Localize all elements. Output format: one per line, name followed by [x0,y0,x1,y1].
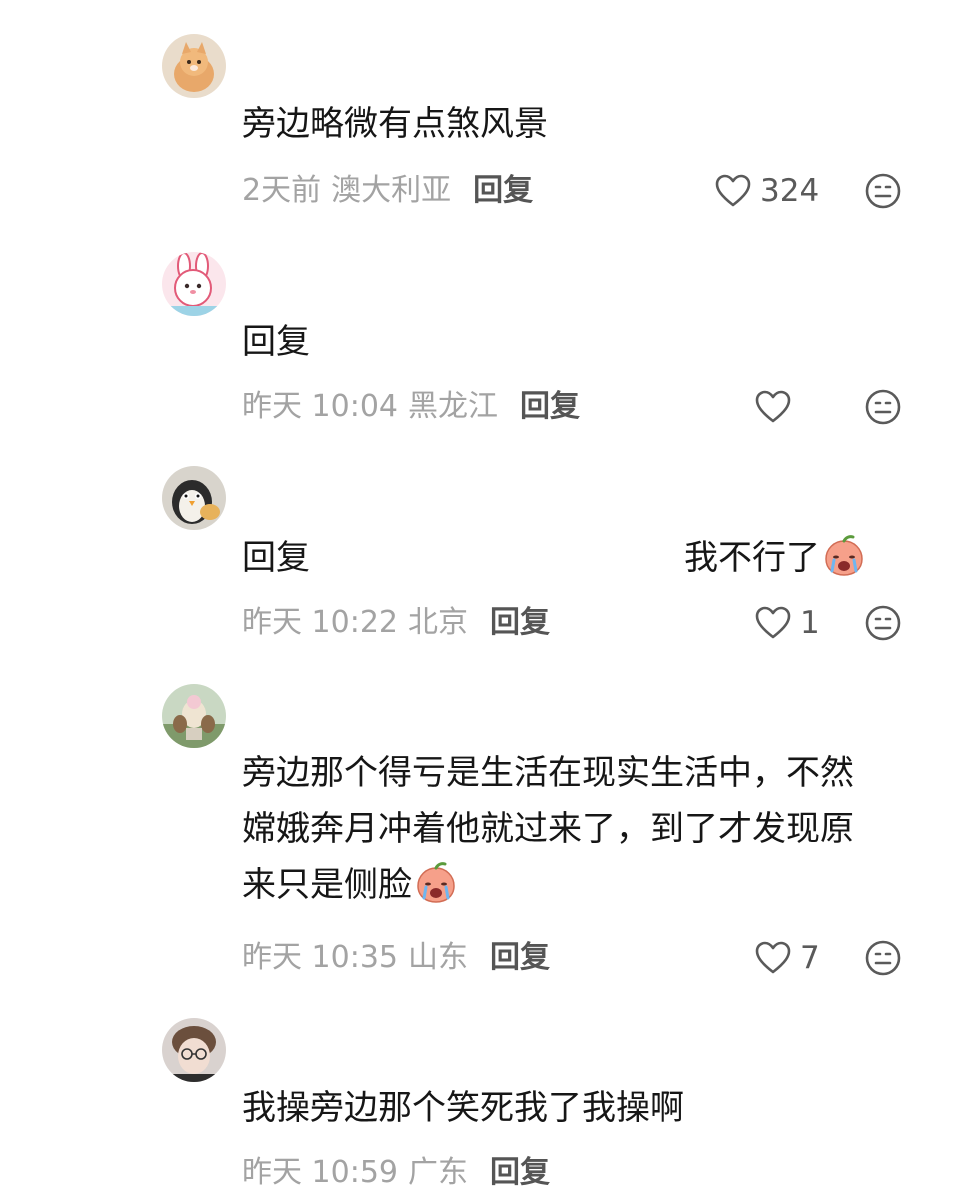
reply-button[interactable]: 回复 [473,173,533,208]
heart-icon [755,941,791,974]
comment-location: 广东 [408,1155,468,1190]
meh-face-icon [865,389,901,425]
heart-icon [715,174,751,207]
comment-time: 2天前 [242,173,322,208]
reply-button[interactable]: 回复 [520,389,580,424]
cartoon-bunny-avatar[interactable] [162,252,226,316]
comment-line: 旁边那个得亏是生活在现实生活中，不然 [242,753,854,793]
comment-meta: 昨天 10:22 北京 回复 [242,601,922,645]
dislike-button[interactable] [864,939,902,977]
orange-cat-avatar[interactable] [162,34,226,98]
like-count: 1 [800,605,820,641]
meh-face-icon [865,940,901,976]
meh-face-icon [865,173,901,209]
comment-location: 澳大利亚 [331,173,452,208]
comment-time: 昨天 10:35 [242,940,398,975]
heart-icon [755,390,791,423]
comment-meta: 昨天 10:59 广东 回复 [242,1151,922,1195]
comment-line: 嫦娥奔月冲着他就过来了，到了才发现原 [242,809,854,849]
comment-time: 昨天 10:59 [242,1155,398,1190]
comment-text: 回复 我不行了 [242,530,922,594]
reply-button[interactable]: 回复 [490,1155,550,1190]
comment-location: 黑龙江 [408,389,498,424]
comment-time: 昨天 10:22 [242,605,398,640]
comment-meta: 昨天 10:04 黑龙江 回复 [242,385,922,429]
comment-line: 来只是侧脸 [242,865,412,905]
comment-location: 北京 [408,605,468,640]
comment-meta: 昨天 10:35 山东 回复 [242,936,922,980]
like-count: 7 [800,940,820,976]
reply-button[interactable]: 回复 [490,940,550,975]
dislike-button[interactable] [864,604,902,642]
comment-meta: 2天前 澳大利亚 回复 [242,169,922,213]
like-button[interactable]: 1 [754,601,820,645]
comment-text: 回复 [242,322,310,362]
penguin-avatar[interactable] [162,466,226,530]
figure-photo-avatar[interactable] [162,684,226,748]
person-glasses-avatar[interactable] [162,1018,226,1082]
comment-time: 昨天 10:04 [242,389,398,424]
comment-location: 山东 [408,940,468,975]
like-count: 324 [760,173,820,209]
comment-text: 我操旁边那个笑死我了我操啊 [242,1088,684,1128]
dislike-button[interactable] [864,172,902,210]
dislike-button[interactable] [864,388,902,426]
meh-face-icon [865,605,901,641]
comment-text: 旁边那个得亏是生活在现实生活中，不然 嫦娥奔月冲着他就过来了，到了才发现原 来只… [242,745,922,921]
comment-text: 旁边略微有点煞风景 [242,104,548,144]
comment-text-suffix: 我不行了 [684,538,820,578]
reply-prefix: 回复 [242,538,310,578]
like-button[interactable]: 7 [754,936,820,980]
reply-button[interactable]: 回复 [490,605,550,640]
crying-peach-emoji [822,535,866,594]
like-button[interactable]: 324 [714,169,819,213]
crying-peach-emoji [414,862,458,921]
heart-icon [755,606,791,639]
comment-line-last: 来只是侧脸 [242,857,922,921]
like-button[interactable] [754,385,792,429]
